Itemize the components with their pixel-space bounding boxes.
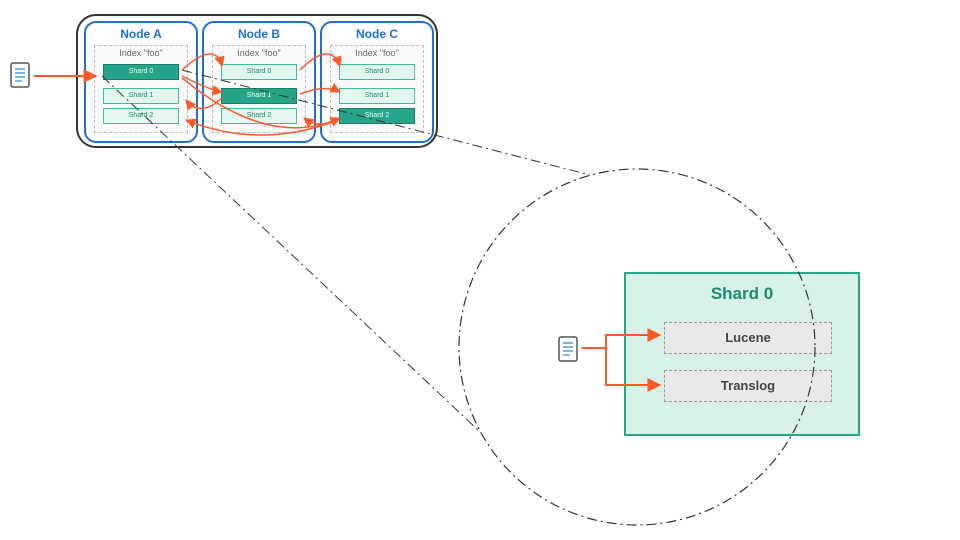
document-icon: [556, 335, 580, 363]
index-label: Index "foo": [213, 48, 305, 58]
shard-b-0: Shard 0: [221, 64, 297, 80]
shard-b-1: Shard 1: [221, 88, 297, 104]
shard-detail-title: Shard 0: [626, 284, 858, 304]
shard-c-0: Shard 0: [339, 64, 415, 80]
shard-a-1: Shard 1: [103, 88, 179, 104]
translog-box: Translog: [664, 370, 832, 402]
node-title: Node C: [322, 27, 432, 41]
shard-c-2: Shard 2: [339, 108, 415, 124]
shard-a-2: Shard 2: [103, 108, 179, 124]
node-c: Node C Index "foo" Shard 0 Shard 1 Shard…: [320, 21, 434, 143]
index-box: Index "foo" Shard 0 Shard 1 Shard 2: [94, 45, 188, 133]
document-icon: [8, 61, 32, 89]
node-b: Node B Index "foo" Shard 0 Shard 1 Shard…: [202, 21, 316, 143]
shard-b-2: Shard 2: [221, 108, 297, 124]
shard-detail-box: Shard 0 Lucene Translog: [624, 272, 860, 436]
index-label: Index "foo": [331, 48, 423, 58]
node-a: Node A Index "foo" Shard 0 Shard 1 Shard…: [84, 21, 198, 143]
node-title: Node B: [204, 27, 314, 41]
node-title: Node A: [86, 27, 196, 41]
lucene-box: Lucene: [664, 322, 832, 354]
index-box: Index "foo" Shard 0 Shard 1 Shard 2: [212, 45, 306, 133]
index-label: Index "foo": [95, 48, 187, 58]
shard-a-0: Shard 0: [103, 64, 179, 80]
cluster-box: Node A Index "foo" Shard 0 Shard 1 Shard…: [76, 14, 438, 148]
index-box: Index "foo" Shard 0 Shard 1 Shard 2: [330, 45, 424, 133]
shard-c-1: Shard 1: [339, 88, 415, 104]
